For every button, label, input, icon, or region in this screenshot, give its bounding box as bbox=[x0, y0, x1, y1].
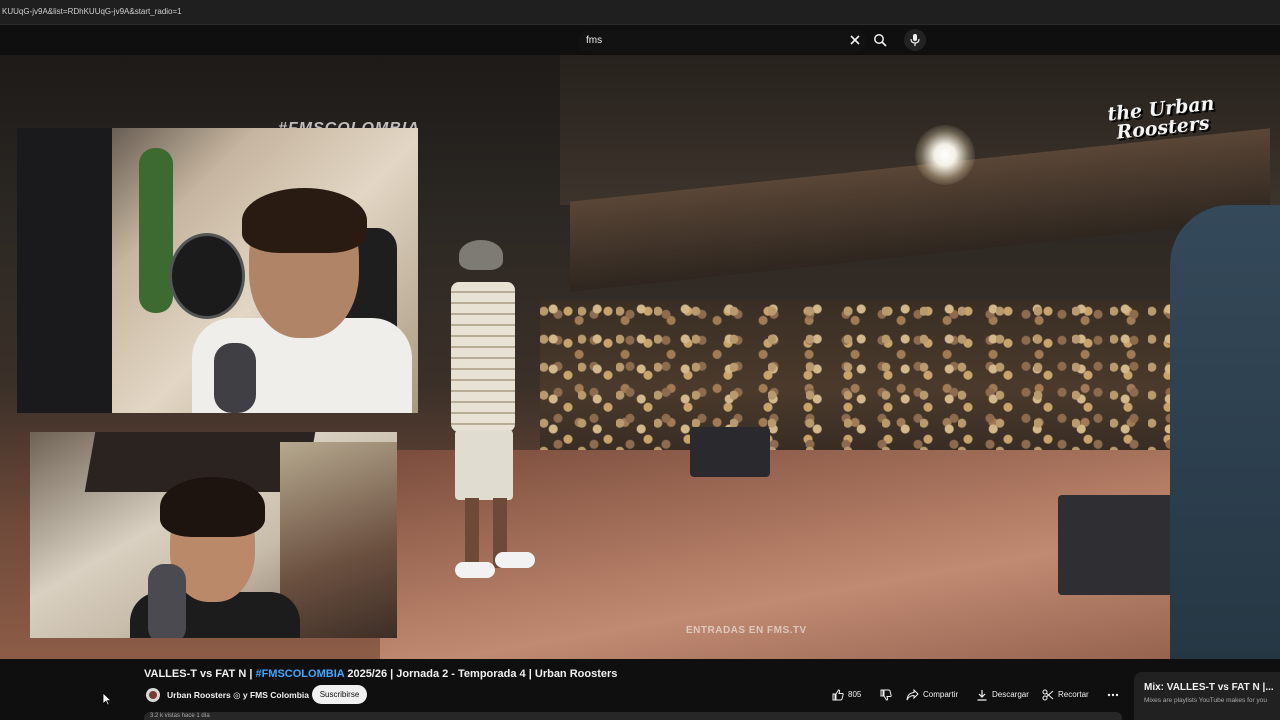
voice-search-button[interactable] bbox=[904, 29, 926, 51]
subscribe-button[interactable]: Suscribirse bbox=[312, 685, 367, 704]
stage-speaker bbox=[1058, 495, 1188, 595]
video-footer-caption: ENTRADAS EN FMS.TV bbox=[686, 625, 807, 636]
clear-search-button[interactable] bbox=[845, 30, 865, 50]
more-icon bbox=[1107, 693, 1119, 696]
search-query: fms bbox=[586, 35, 603, 46]
mix-playlist-card[interactable]: Mix: VALLES-T vs FAT N |... Mixes are pl… bbox=[1134, 672, 1280, 720]
download-button[interactable]: Descargar bbox=[976, 685, 1029, 704]
microphone bbox=[148, 564, 186, 638]
share-icon bbox=[906, 688, 919, 700]
like-button[interactable]: 805 bbox=[832, 685, 861, 704]
webcam-reactor-2 bbox=[30, 432, 397, 638]
thumbs-up-icon bbox=[832, 688, 844, 700]
share-label: Compartir bbox=[923, 690, 959, 699]
playlist-subtitle: Mixes are playlists YouTube makes for yo… bbox=[1144, 697, 1267, 704]
channel-name[interactable]: Urban Roosters ◎ y FMS Colombia bbox=[167, 690, 309, 701]
performer bbox=[445, 240, 535, 580]
dislike-button[interactable] bbox=[876, 685, 896, 704]
playlist-title: Mix: VALLES-T vs FAT N |... bbox=[1144, 682, 1274, 693]
stage-monitor bbox=[690, 427, 770, 477]
clear-icon bbox=[850, 35, 860, 45]
description-box[interactable] bbox=[144, 712, 1122, 720]
share-button[interactable]: Compartir bbox=[906, 685, 958, 704]
search-button[interactable] bbox=[870, 30, 890, 50]
site-header: fms bbox=[0, 25, 1280, 55]
channel-avatar[interactable] bbox=[146, 688, 160, 702]
mic-icon bbox=[910, 34, 920, 46]
like-count: 805 bbox=[848, 690, 862, 699]
hashtag-link[interactable]: #FMSCOLOMBIA bbox=[255, 668, 344, 680]
person-foreground bbox=[1170, 205, 1280, 659]
video-title: VALLES-T vs FAT N | #FMSCOLOMBIA 2025/26… bbox=[144, 668, 618, 680]
clip-label: Recortar bbox=[1058, 690, 1089, 699]
scissors-icon bbox=[1042, 689, 1054, 700]
cursor-icon bbox=[102, 692, 112, 706]
description-views: 3.2 k vistas hace 1 día bbox=[150, 713, 210, 719]
search-icon bbox=[874, 34, 887, 47]
search-input[interactable]: fms bbox=[578, 30, 866, 52]
microphone bbox=[214, 343, 256, 413]
more-actions-button[interactable] bbox=[1103, 685, 1123, 704]
thumbs-down-icon bbox=[880, 689, 892, 701]
download-label: Descargar bbox=[992, 690, 1029, 699]
address-bar[interactable]: KUUqG-jv9A&list=RDhKUUqG-jv9A&start_radi… bbox=[0, 0, 1280, 25]
url-text: KUUqG-jv9A&list=RDhKUUqG-jv9A&start_radi… bbox=[2, 7, 182, 16]
download-icon bbox=[977, 689, 987, 701]
stage-light bbox=[915, 125, 975, 185]
webcam-reactor-1 bbox=[17, 128, 418, 413]
clip-button[interactable]: Recortar bbox=[1042, 685, 1089, 704]
